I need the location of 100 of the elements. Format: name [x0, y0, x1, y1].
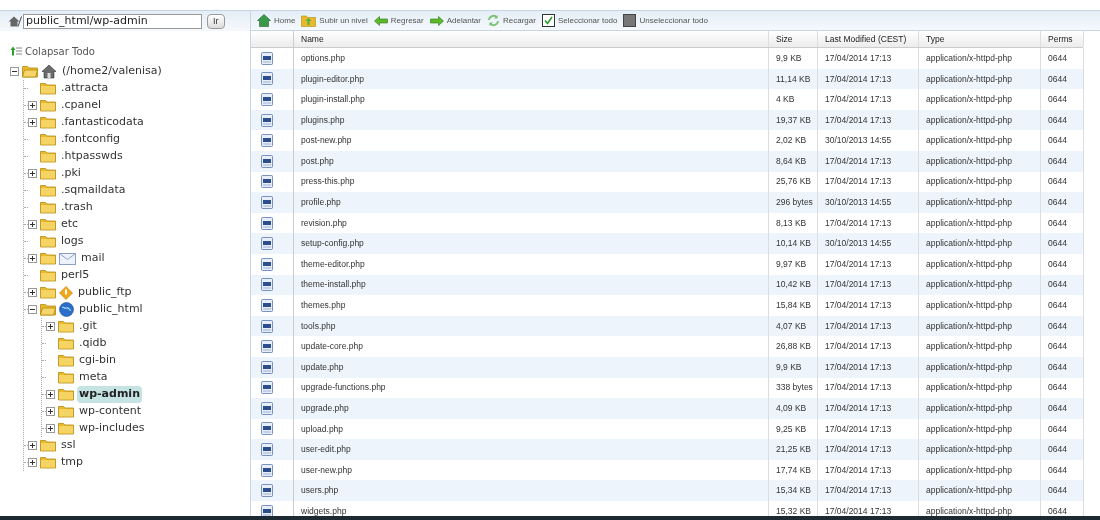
folder-label[interactable]: cgi-bin: [77, 352, 119, 369]
collapse-toggle[interactable]: [10, 67, 19, 76]
folder-label[interactable]: mail: [79, 250, 107, 267]
collapse-toggle[interactable]: [28, 305, 37, 314]
file-name[interactable]: update-core.php: [301, 340, 363, 353]
toolbar-button[interactable]: Home: [257, 14, 296, 27]
folder-label[interactable]: .pki: [59, 165, 83, 182]
folder-label[interactable]: .attracta: [59, 80, 111, 97]
toolbar-button[interactable]: Regresar: [373, 14, 424, 27]
table-cell: application/x-httpd-php: [926, 443, 1012, 456]
toolbar-button[interactable]: Adelantar: [429, 14, 481, 27]
toolbar-button[interactable]: Subir un nivel: [301, 14, 368, 27]
php-file-icon: [261, 175, 273, 189]
column-header[interactable]: Last Modified (CEST): [818, 31, 919, 47]
expand-toggle[interactable]: [28, 458, 37, 467]
expand-toggle[interactable]: [28, 101, 37, 110]
folder-icon: [40, 150, 56, 163]
file-name[interactable]: upload.php: [301, 422, 344, 436]
expand-toggle[interactable]: [46, 322, 55, 331]
folder-label[interactable]: .sqmaildata: [59, 182, 128, 199]
folder-label[interactable]: wp-content: [77, 403, 144, 420]
expand-toggle[interactable]: [28, 288, 37, 297]
collapse-all-link[interactable]: Colapsar Todo: [25, 43, 95, 59]
folder-label[interactable]: .qidb: [77, 335, 109, 352]
folder-icon: [58, 388, 74, 401]
table-cell: application/x-httpd-php: [926, 463, 1012, 477]
file-name[interactable]: upgrade.php: [301, 402, 349, 415]
file-name[interactable]: widgets.php: [301, 505, 347, 516]
table-cell: 9,97 KB: [776, 257, 807, 271]
folder-label[interactable]: ssl: [59, 437, 78, 454]
php-file-icon: [261, 216, 273, 230]
file-name[interactable]: plugin-editor.php: [301, 72, 364, 86]
collapse-tree-icon: [10, 46, 22, 56]
empty-box-icon: [623, 14, 637, 27]
php-file-icon: [261, 134, 273, 148]
house-icon: [41, 64, 57, 79]
file-name[interactable]: upgrade-functions.php: [301, 381, 386, 395]
expand-toggle[interactable]: [28, 254, 37, 263]
toolbar-button[interactable]: Seleccionar todo: [541, 14, 618, 27]
expand-toggle[interactable]: [28, 220, 37, 229]
toolbar-button[interactable]: Recargar: [487, 14, 536, 27]
expand-toggle[interactable]: [28, 118, 37, 127]
go-button[interactable]: Ir: [207, 13, 225, 29]
folder-label[interactable]: tmp: [59, 454, 85, 471]
folder-label[interactable]: (/home2/valenisa): [60, 63, 164, 80]
folder-label[interactable]: .trash: [59, 199, 95, 216]
file-name[interactable]: revision.php: [301, 216, 347, 230]
folder-label[interactable]: .cpanel: [59, 97, 104, 114]
php-file-icon: [261, 154, 273, 168]
file-name[interactable]: setup-config.php: [301, 237, 364, 250]
file-name[interactable]: plugins.php: [301, 113, 345, 127]
table-cell: 0644: [1048, 134, 1067, 148]
table-cell: 0644: [1048, 257, 1067, 271]
file-name[interactable]: press-this.php: [301, 175, 355, 189]
folder-icon: [40, 201, 56, 214]
expand-toggle[interactable]: [46, 424, 55, 433]
table-cell: 17/04/2014 17:13: [825, 340, 892, 353]
expand-toggle[interactable]: [28, 169, 37, 178]
folder-label[interactable]: public_html: [77, 301, 145, 318]
file-name[interactable]: users.php: [301, 484, 339, 498]
column-header[interactable]: Type: [919, 31, 1041, 47]
table-cell: application/x-httpd-php: [926, 402, 1012, 415]
column-header[interactable]: Perms: [1041, 31, 1084, 47]
expand-toggle[interactable]: [28, 441, 37, 450]
file-name[interactable]: user-edit.php: [301, 443, 351, 456]
file-name[interactable]: options.php: [301, 51, 345, 65]
folder-label[interactable]: perl5: [59, 267, 92, 284]
folder-label[interactable]: .fontconfig: [59, 131, 123, 148]
expand-toggle[interactable]: [46, 390, 55, 399]
file-name[interactable]: user-new.php: [301, 463, 353, 477]
folder-label[interactable]: .fantasticodata: [59, 114, 146, 131]
file-name[interactable]: profile.php: [301, 196, 341, 209]
file-name[interactable]: plugin-install.php: [301, 93, 365, 106]
folder-icon: [58, 422, 74, 435]
column-header[interactable]: Size: [769, 31, 818, 47]
file-name[interactable]: theme-install.php: [301, 278, 366, 292]
table-cell: 0644: [1048, 422, 1067, 436]
table-cell: 17/04/2014 17:13: [825, 175, 892, 189]
folder-label[interactable]: meta: [77, 369, 110, 386]
folder-label[interactable]: etc: [59, 216, 81, 233]
expand-toggle[interactable]: [46, 407, 55, 416]
table-cell: 0644: [1048, 216, 1067, 230]
folder-label[interactable]: .htpasswds: [59, 148, 125, 165]
file-name[interactable]: theme-editor.php: [301, 257, 365, 271]
toolbar-button[interactable]: Unseleccionar todo: [623, 14, 708, 27]
folder-label[interactable]: public_ftp: [76, 284, 134, 301]
file-name[interactable]: update.php: [301, 360, 344, 374]
file-name[interactable]: themes.php: [301, 299, 346, 312]
file-name[interactable]: tools.php: [301, 319, 336, 333]
folder-label[interactable]: .git: [77, 318, 99, 335]
folder-label[interactable]: wp-includes: [77, 420, 147, 437]
open-folder-icon: [40, 303, 56, 316]
column-header[interactable]: Name: [294, 31, 769, 47]
path-field[interactable]: public_html/wp-admin: [23, 13, 202, 29]
folder-label[interactable]: wp-admin: [77, 386, 142, 403]
file-name[interactable]: post.php: [301, 154, 334, 168]
folder-label[interactable]: logs: [59, 233, 86, 250]
file-name[interactable]: post-new.php: [301, 134, 352, 148]
warning-diamond-icon: [59, 285, 73, 300]
table-cell: 17/04/2014 17:13: [825, 72, 892, 86]
